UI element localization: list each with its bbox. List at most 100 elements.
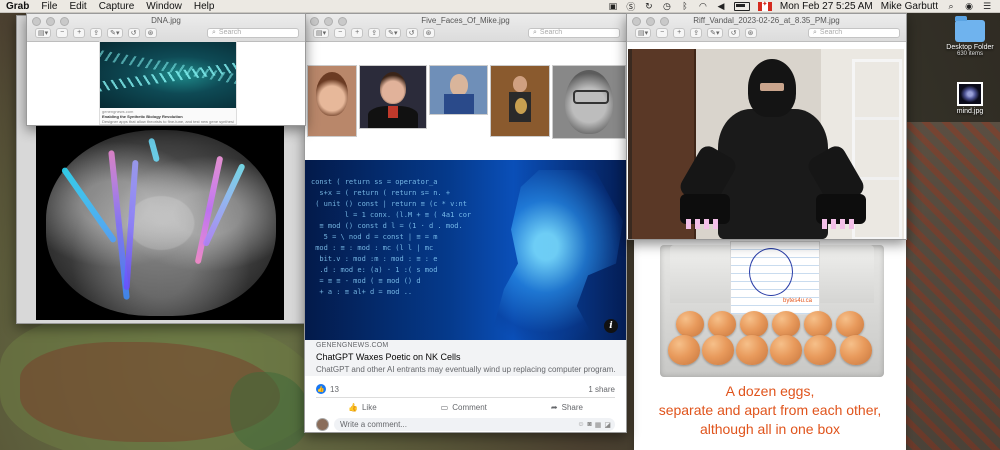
zoom-in-icon[interactable]: + [351, 27, 364, 38]
bluetooth-icon[interactable]: ᛒ [680, 1, 690, 11]
like-label: Like [361, 402, 377, 412]
share-icon[interactable]: ⇪ [368, 27, 381, 38]
egg [804, 311, 832, 337]
eggs-caption: A dozen eggs, separate and apart from ea… [634, 382, 906, 439]
gif-icon[interactable]: ▦ [595, 421, 602, 429]
egg [836, 311, 864, 337]
menu-help[interactable]: Help [194, 1, 215, 12]
brain-scan-image [36, 124, 284, 320]
ai-code-face-image: const ( return ss = operator_a s+x = ( r… [305, 160, 626, 340]
zoom-in-icon[interactable]: + [673, 27, 686, 38]
canada-flag-icon[interactable] [757, 0, 772, 11]
comment-button[interactable]: ▭ Comment [441, 403, 487, 412]
like-count[interactable]: 13 [330, 385, 339, 394]
emoji-icon[interactable]: ☺ [577, 421, 584, 429]
menubar-user[interactable]: Mike Garbutt [881, 1, 938, 12]
sidebar-toggle-icon[interactable]: ▤▾ [635, 27, 652, 38]
egg [708, 311, 736, 337]
menu-file[interactable]: File [41, 1, 57, 12]
window-title: DNA.jpg [151, 16, 181, 25]
egg [770, 335, 802, 365]
search-input[interactable]: Search [528, 27, 620, 38]
search-icon[interactable]: ⌕ [946, 1, 956, 11]
image-thumbnail-icon [957, 82, 983, 106]
share-count[interactable]: 1 share [588, 385, 615, 394]
search-input[interactable]: Search [808, 27, 900, 38]
avatar[interactable] [316, 418, 329, 431]
skype-icon[interactable]: Ⓢ [626, 2, 636, 12]
comment-placeholder: Write a comment... [340, 420, 407, 429]
info-icon[interactable]: i [604, 319, 618, 333]
share-icon[interactable]: ⇪ [690, 27, 703, 38]
faces-titlebar[interactable]: Five_Faces_Of_Mike.jpg ▤▾ − + ⇪ ✎▾ ↺ ⊛ S… [305, 14, 626, 42]
menubar-clock[interactable]: Mon Feb 27 5:25 AM [780, 1, 873, 12]
post-actions: 👍 Like ▭ Comment ➦ Share [316, 397, 615, 416]
rotate-icon[interactable]: ↺ [405, 27, 418, 38]
comment-icon: ▭ [440, 402, 449, 412]
share-button[interactable]: ➦ Share [551, 403, 583, 412]
five-faces-strip [305, 57, 626, 155]
caption-line-3: although all in one box [699, 421, 841, 437]
thumbs-up-icon: 👍 [348, 402, 358, 412]
zoom-out-icon[interactable]: − [56, 27, 69, 38]
desktop-folder-icon[interactable]: Desktop Folder 630 items [942, 16, 998, 57]
status-app-icon[interactable]: ▣ [608, 1, 618, 11]
menu-edit[interactable]: Edit [69, 1, 86, 12]
riff-vandal-window: Riff_Vandal_2023-02-26_at_8.35_PM.jpg ▤▾… [626, 13, 907, 240]
zoom-in-icon[interactable]: + [73, 27, 86, 38]
annotate-icon[interactable]: ⊛ [744, 27, 757, 38]
markup-icon[interactable]: ✎▾ [707, 27, 723, 38]
dna-helix-image [100, 42, 236, 108]
zoom-out-icon[interactable]: − [334, 27, 347, 38]
comment-input[interactable]: Write a comment... ☺ ◙ ▦ ◪ [334, 418, 615, 431]
menu-capture[interactable]: Capture [99, 1, 135, 12]
app-menu-grab[interactable]: Grab [6, 1, 29, 12]
siri-icon[interactable]: ◉ [964, 1, 974, 11]
window-title: Five_Faces_Of_Mike.jpg [421, 16, 510, 25]
like-button[interactable]: 👍 Like [348, 403, 377, 412]
mind-jpg-file[interactable]: mind.jpg [945, 82, 995, 115]
face-photo-2 [358, 65, 427, 129]
sync-icon[interactable]: ↻ [644, 1, 654, 11]
post-source: GENENGNEWS.COM [316, 342, 389, 349]
egg [772, 311, 800, 337]
rotate-icon[interactable]: ↺ [727, 27, 740, 38]
notification-center-icon[interactable]: ☰ [982, 1, 992, 11]
markup-icon[interactable]: ✎▾ [107, 27, 123, 38]
rotate-icon[interactable]: ↺ [127, 27, 140, 38]
volume-icon[interactable]: ◀ [716, 1, 726, 11]
post-link-preview[interactable]: GENENGNEWS.COM ChatGPT Waxes Poetic on N… [305, 340, 626, 376]
folder-icon [955, 16, 985, 42]
egg [840, 335, 872, 365]
smiley-note-image: bytes4u.ca [730, 241, 820, 315]
battery-icon[interactable] [733, 1, 750, 11]
egg [804, 335, 836, 365]
search-input[interactable]: Search [207, 27, 299, 38]
face-photo-4 [490, 65, 551, 137]
post-title[interactable]: ChatGPT Waxes Poetic on NK Cells [316, 352, 615, 362]
window-title: Riff_Vandal_2023-02-26_at_8.35_PM.jpg [693, 16, 840, 25]
face-photo-3 [428, 65, 489, 115]
face-photo-5 [552, 65, 626, 139]
mind-jpg-label: mind.jpg [956, 108, 984, 115]
share-icon[interactable]: ⇪ [90, 27, 103, 38]
egg [740, 311, 768, 337]
annotate-icon[interactable]: ⊛ [422, 27, 435, 38]
desktop-folder-label: Desktop Folder [946, 44, 994, 51]
dna-titlebar[interactable]: DNA.jpg ▤▾ − + ⇪ ✎▾ ↺ ⊛ Search [27, 14, 305, 42]
caption-line-2: separate and apart from each other, [658, 402, 882, 418]
egg [702, 335, 734, 365]
riff-titlebar[interactable]: Riff_Vandal_2023-02-26_at_8.35_PM.jpg ▤▾… [627, 14, 906, 42]
camera-icon[interactable]: ◙ [588, 421, 592, 429]
wifi-icon[interactable]: ◠ [698, 1, 708, 11]
sidebar-toggle-icon[interactable]: ▤▾ [35, 27, 52, 38]
annotate-icon[interactable]: ⊛ [144, 27, 157, 38]
sticker-icon[interactable]: ◪ [604, 421, 611, 429]
time-machine-icon[interactable]: ◷ [662, 1, 672, 11]
zoom-out-icon[interactable]: − [656, 27, 669, 38]
markup-icon[interactable]: ✎▾ [385, 27, 401, 38]
watermark-text: bytes4u.ca [783, 298, 813, 304]
menu-window[interactable]: Window [146, 1, 182, 12]
comment-label: Comment [452, 402, 487, 412]
sidebar-toggle-icon[interactable]: ▤▾ [313, 27, 330, 38]
